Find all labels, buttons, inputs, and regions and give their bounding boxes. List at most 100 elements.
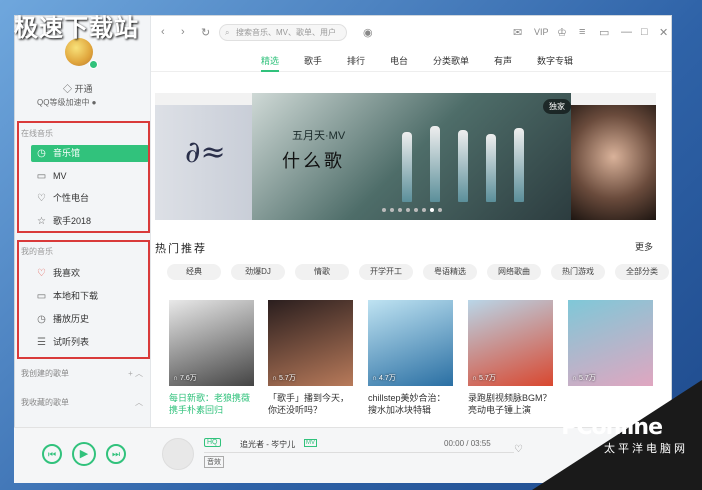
category-chip[interactable]: 粤语精选 — [423, 264, 477, 280]
qq-accel-label: QQ等级加速中 — [37, 98, 90, 107]
site-watermark: 极速下载站 — [14, 14, 139, 42]
playlist-title[interactable]: chillstep美妙合治：搜水加冰块特辑 — [368, 392, 453, 416]
play-button[interactable]: ▶ — [72, 442, 96, 466]
sidebar-item-history[interactable]: ◷ 播放历史 — [31, 311, 149, 328]
tab-singers[interactable]: 歌手 — [304, 54, 322, 67]
tab-radio[interactable]: 电台 — [390, 54, 408, 67]
sidebar: ◇ 开通 QQ等级加速中 ● 在线音乐 ◷ 音乐馆 ▭ MV ♡ 个性电台 ☆ 歌手20… — [15, 16, 151, 428]
watermark-brand: PConline — [561, 415, 663, 440]
band-member-figure — [486, 134, 496, 202]
sidebar-item-radio[interactable]: ♡ 个性电台 — [31, 190, 149, 207]
radio-icon: ♡ — [37, 193, 46, 204]
banner-main-slide[interactable]: 五月天·MV 什么歌 独家 — [252, 93, 571, 220]
playback-time: 00:00 / 03:55 — [444, 439, 491, 448]
playlist-cover[interactable]: ∩ 4.7万 — [368, 300, 453, 386]
headphones-icon: ∩ — [272, 375, 279, 382]
playlist-title[interactable]: 每日新歌：老狼携薇携手朴素回归 — [169, 392, 254, 416]
carousel-dot[interactable] — [397, 208, 402, 212]
section-title: 热门推荐 — [155, 243, 207, 255]
play-count-value: 5.7万 — [478, 375, 496, 382]
band-member-figure — [458, 130, 468, 202]
banner-subtitle: 五月天·MV — [292, 130, 346, 142]
banner-next-slide[interactable] — [571, 105, 656, 220]
tab-charts[interactable]: 排行 — [347, 54, 365, 67]
band-member-figure — [514, 128, 524, 202]
category-chip[interactable]: 情歌 — [295, 264, 349, 280]
next-button[interactable]: ⏭ — [106, 444, 126, 464]
quality-badge[interactable]: HQ — [204, 438, 221, 447]
progress-bar[interactable] — [204, 452, 514, 453]
tab-featured[interactable]: 精选 — [261, 54, 280, 72]
category-chip[interactable]: 网络歌曲 — [487, 264, 541, 280]
sidebar-item-local-download[interactable]: ▭ 本地和下载 — [31, 288, 149, 305]
section-online-music: 在线音乐 — [21, 129, 53, 138]
carousel-dot[interactable] — [405, 208, 410, 212]
forward-icon[interactable]: › — [181, 26, 185, 38]
sidebar-item-label: 试听列表 — [53, 337, 90, 347]
minimize-icon[interactable]: — — [621, 26, 632, 38]
mini-mode-icon[interactable]: ▭ — [599, 26, 609, 39]
created-lists-label: 我创建的歌单 — [21, 369, 69, 378]
section-my-music: 我的音乐 — [21, 247, 53, 256]
sidebar-item-trial-list[interactable]: ☰ 试听列表 — [31, 334, 149, 351]
music-hall-icon: ◷ — [37, 148, 46, 159]
tab-digital-album[interactable]: 数字专辑 — [537, 54, 573, 67]
sidebar-item-singer[interactable]: ☆ 歌手2018 — [31, 213, 149, 230]
playlist-cover[interactable]: ∩ 5.7万 — [268, 300, 353, 386]
category-chip[interactable]: 经典 — [167, 264, 221, 280]
carousel-dot[interactable] — [413, 208, 418, 212]
mv-badge[interactable]: MV — [304, 439, 317, 447]
carousel-dot[interactable] — [381, 208, 386, 212]
menu-icon[interactable]: ≡ — [579, 26, 585, 38]
back-icon[interactable]: ‹ — [161, 26, 165, 38]
vip-button[interactable]: VIP — [534, 27, 549, 37]
search-input[interactable]: ⌕ 搜索音乐、MV、歌单、用户 — [219, 24, 347, 41]
heart-icon: ♡ — [37, 268, 46, 279]
sidebar-item-mv[interactable]: ▭ MV — [31, 168, 149, 185]
qq-level-status: QQ等级加速中 ● — [37, 98, 97, 107]
monitor-icon: ▭ — [36, 291, 47, 302]
category-chip[interactable]: 劲爆DJ — [231, 264, 285, 280]
sidebar-item-music-hall[interactable]: ◷ 音乐馆 — [31, 145, 149, 162]
carousel-dot[interactable] — [437, 208, 442, 212]
headphones-icon: ∩ — [472, 375, 479, 382]
sound-effect-button[interactable]: 音效 — [204, 456, 224, 468]
mail-icon[interactable]: ✉ — [513, 26, 522, 39]
category-chip[interactable]: 开学开工 — [359, 264, 413, 280]
play-count: ∩ 5.7万 — [272, 373, 296, 383]
playlist-card[interactable]: ∩ 7.6万每日新歌：老狼携薇携手朴素回归 — [169, 300, 254, 416]
sidebar-item-label: MV — [53, 171, 67, 181]
category-chip[interactable]: 全部分类 — [615, 264, 669, 280]
close-icon[interactable]: ✕ — [659, 26, 668, 39]
refresh-icon[interactable]: ↻ — [201, 26, 210, 39]
playlist-cover[interactable]: ∩ 7.6万 — [169, 300, 254, 386]
album-cover[interactable] — [162, 438, 194, 470]
maximize-icon[interactable]: □ — [641, 26, 648, 38]
previous-button[interactable]: ⏮ — [42, 444, 62, 464]
created-lists-toggle[interactable]: 我创建的歌单 + ︿ — [21, 368, 149, 379]
carousel-dot[interactable] — [421, 208, 426, 212]
carousel-dot[interactable] — [389, 208, 394, 212]
listen-recognize-icon[interactable]: ◉ — [363, 26, 373, 39]
playlist-card[interactable]: ∩ 4.7万 chillstep美妙合治：搜水加冰块特辑 — [368, 300, 453, 416]
banner-carousel[interactable]: ∂≈ 五月天·MV 什么歌 独家 — [155, 93, 656, 220]
skin-icon[interactable]: ♔ — [557, 26, 567, 39]
vip-open-link[interactable]: ◇ 开通 — [63, 82, 93, 95]
collapse-icon[interactable]: ︿ — [135, 397, 143, 408]
playlist-card[interactable]: ∩ 5.7万「歌手」播到今天，你还没听吗？ — [268, 300, 353, 416]
mv-icon: ▭ — [36, 171, 47, 182]
category-chip[interactable]: 热门游戏 — [551, 264, 605, 280]
carousel-dot[interactable] — [429, 208, 434, 212]
collected-lists-toggle[interactable]: 我收藏的歌单 ︿ — [21, 397, 149, 408]
tab-audio[interactable]: 有声 — [494, 54, 512, 67]
more-link[interactable]: 更多 — [635, 240, 653, 253]
tab-playlists[interactable]: 分类歌单 — [433, 54, 469, 67]
banner-prev-slide[interactable]: ∂≈ — [155, 105, 252, 220]
banner-title: 什么歌 — [282, 151, 345, 172]
play-count-value: 5.7万 — [278, 375, 296, 382]
add-collapse-icon[interactable]: + ︿ — [128, 368, 143, 379]
carousel-dots — [252, 204, 571, 214]
playlist-title[interactable]: 「歌手」播到今天，你还没听吗？ — [268, 392, 353, 416]
now-playing-title[interactable]: 追光者 - 岑宁儿 — [240, 439, 295, 450]
sidebar-item-favorites[interactable]: ♡ 我喜欢 — [31, 265, 149, 282]
